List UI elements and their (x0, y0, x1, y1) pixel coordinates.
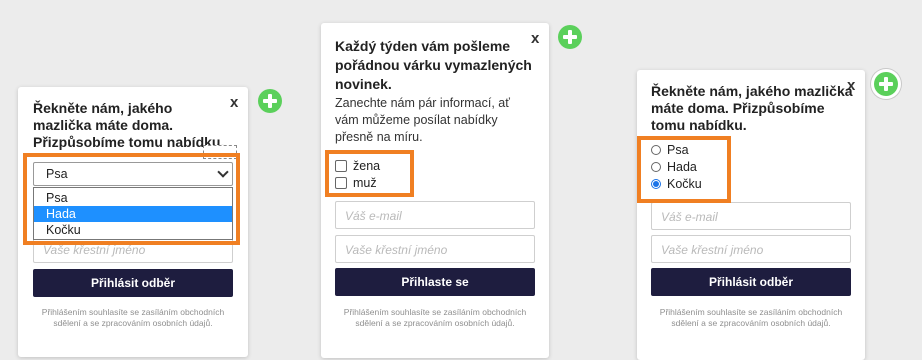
subscribe-button[interactable]: Přihlásit odběr (651, 268, 851, 296)
consent-text: Přihlášením souhlasíte se zasíláním obch… (343, 307, 527, 328)
consent-text: Přihlášením souhlasíte se zasíláním obch… (41, 307, 225, 328)
name-field[interactable]: Vaše křestní jméno (335, 235, 535, 263)
email-field[interactable]: Váš e-mail (335, 201, 535, 229)
popup-title: Každý týden vám pošleme pořádnou várku v… (335, 38, 532, 92)
highlight-frame (23, 153, 240, 245)
subscribe-button[interactable]: Přihlásit odběr (33, 269, 233, 297)
popup-pet-radio: x Řekněte nám, jakého mazlička máte doma… (637, 70, 865, 360)
add-icon[interactable] (258, 89, 282, 113)
consent-text: Přihlášením souhlasíte se zasíláním obch… (659, 307, 843, 328)
popup-title: Řekněte nám, jakého mazlička máte doma. … (651, 83, 853, 133)
popup-description: Zanechte nám pár informací, ať vám můžem… (335, 96, 510, 144)
name-field[interactable]: Vaše křestní jméno (651, 235, 851, 263)
add-icon[interactable] (558, 25, 582, 49)
popup-title: Řekněte nám, jakého mazlička máte doma. … (33, 100, 225, 150)
subscribe-button[interactable]: Přihlaste se (335, 268, 535, 296)
highlight-frame (637, 136, 731, 203)
email-field[interactable]: Váš e-mail (651, 202, 851, 230)
add-icon[interactable] (874, 72, 898, 96)
highlight-frame (325, 150, 414, 197)
